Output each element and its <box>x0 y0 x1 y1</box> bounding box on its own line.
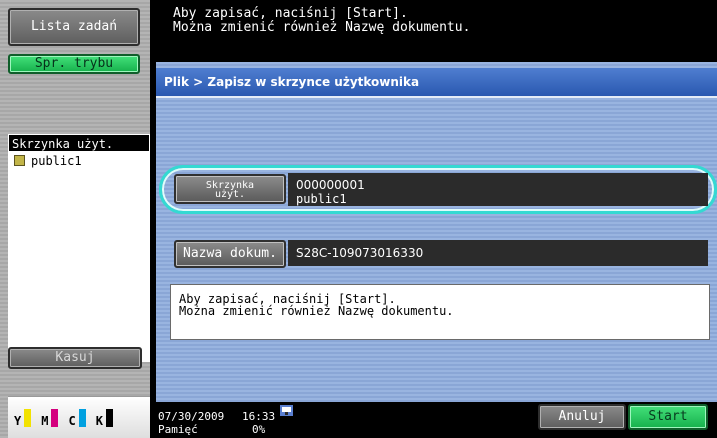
user-box-item-label: public1 <box>31 154 82 168</box>
main-panel-inner <box>156 62 717 402</box>
job-list-button[interactable]: Lista zadań <box>8 8 140 46</box>
toner-m-label: M <box>41 414 49 428</box>
toner-y-bar <box>24 409 32 427</box>
breadcrumb-divider <box>156 96 717 98</box>
cancel-button[interactable]: Anuluj <box>538 404 626 430</box>
toner-indicator: Y M C K <box>8 396 150 438</box>
toner-k-label: K <box>95 414 103 428</box>
memory-label: Pamięć <box>158 423 198 436</box>
message-box: Aby zapisać, naciśnij [Start]. Można zmi… <box>170 284 710 340</box>
mode-check-button[interactable]: Spr. trybu <box>8 54 140 74</box>
toner-c-bar <box>78 409 86 427</box>
top-message: Aby zapisać, naciśnij [Start]. Można zmi… <box>150 0 717 56</box>
date-text: 07/30/2009 <box>158 410 225 423</box>
breadcrumb: Plik > Zapisz w skrzynce użytkownika <box>156 68 717 96</box>
user-box-button[interactable]: Skrzynka użyt. <box>174 174 286 204</box>
start-button[interactable]: Start <box>628 404 708 430</box>
user-box-list <box>8 152 150 362</box>
delete-button[interactable]: Kasuj <box>8 347 142 369</box>
network-icon <box>280 405 293 416</box>
user-box-list-header: Skrzynka użyt. <box>8 134 150 152</box>
time-text: 16:33 <box>242 410 276 423</box>
user-box-number: 000000001 <box>296 178 365 192</box>
top-message-line2: Można zmienić również Nazwę dokumentu. <box>173 20 471 35</box>
box-cube-icon <box>14 155 25 166</box>
toner-y-label: Y <box>14 414 22 428</box>
document-name-button[interactable]: Nazwa dokum. <box>174 240 286 268</box>
toner-k-bar <box>105 409 113 427</box>
document-name-value: S28C-109073016330 <box>288 240 708 266</box>
user-box-button-label-line2: użyt. <box>214 189 246 200</box>
toner-m-bar <box>51 409 59 427</box>
user-box-item-public1[interactable]: public1 <box>8 152 150 170</box>
memory-value: 0% <box>252 423 266 436</box>
user-box-value: 000000001 public1 <box>288 173 708 206</box>
user-box-name: public1 <box>296 192 347 206</box>
toner-c-label: C <box>68 414 76 428</box>
top-message-line1: Aby zapisać, naciśnij [Start]. <box>173 6 408 21</box>
message-line2: Można zmienić również Nazwę dokumentu. <box>179 304 454 318</box>
